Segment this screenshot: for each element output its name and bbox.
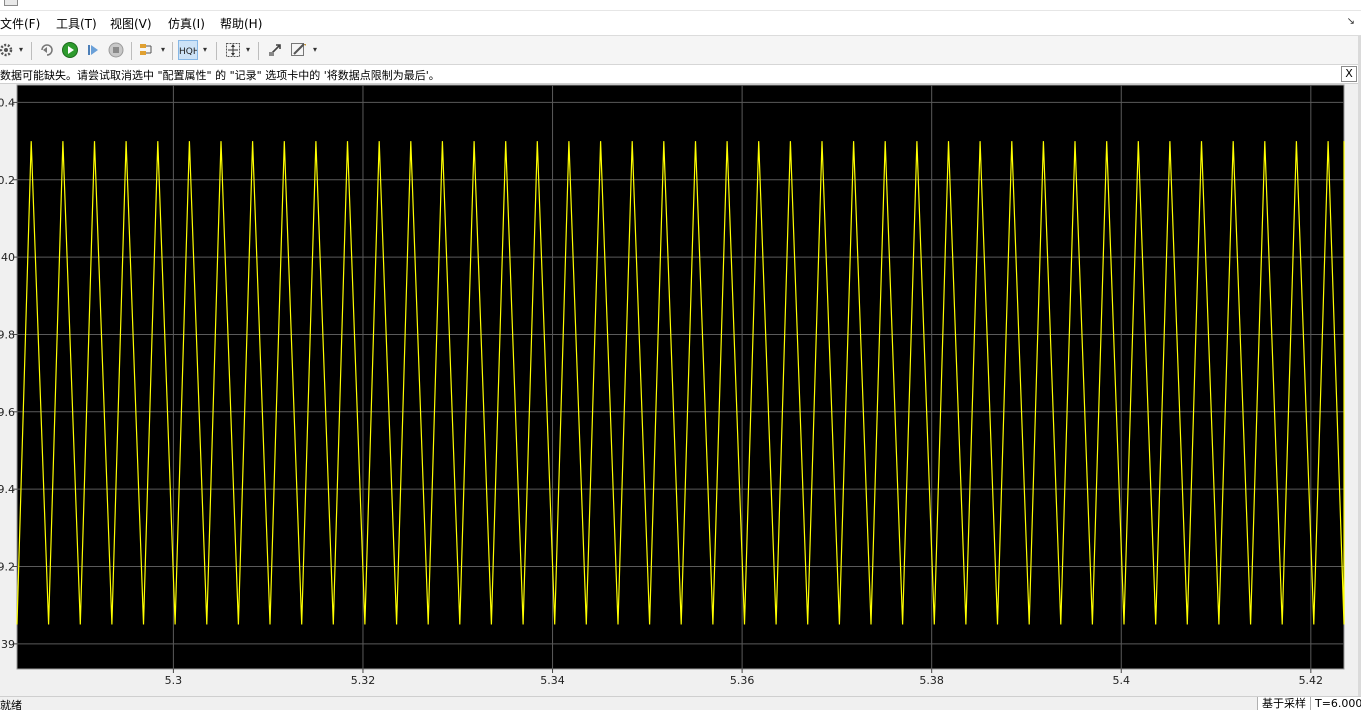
zoom-icon[interactable]: HQH — [178, 40, 198, 60]
style-icon[interactable] — [289, 40, 309, 60]
svg-text:HQH: HQH — [179, 47, 197, 57]
write-data-icon[interactable] — [265, 40, 285, 60]
step-back-icon[interactable] — [37, 40, 57, 60]
gear-dropdown-icon[interactable]: ▾ — [19, 45, 27, 55]
menu-bar: 文件(F) 工具(T) 视图(V) 仿真(I) 帮助(H) ↘ — [0, 11, 1361, 36]
window-icon — [4, 0, 18, 6]
step-forward-icon[interactable] — [83, 40, 103, 60]
x-tick-label: 5.34 — [540, 674, 565, 687]
toolbar-separator — [172, 42, 173, 60]
y-tick-label: 9.6 — [0, 406, 15, 419]
y-tick-label: 9.8 — [0, 328, 15, 341]
menu-tools[interactable]: 工具(T) — [56, 15, 97, 32]
y-tick-label: 9.4 — [0, 483, 15, 496]
menu-simulation[interactable]: 仿真(I) — [168, 15, 205, 32]
pin-icon[interactable]: ↘ — [1347, 16, 1355, 27]
scope-axes[interactable]: 5.3 5.32 5.34 5.36 5.38 5.4 5.42 39 9.2 9.4 9.6 9.8… — [0, 84, 1361, 694]
y-tick-label: 0.2 — [0, 174, 15, 187]
notice-text: 数据可能缺失。请尝试取消选中 "配置属性" 的 "记录" 选项卡中的 '将数据点… — [0, 69, 440, 82]
close-notice-button[interactable]: X — [1341, 66, 1357, 82]
fit-axes-dropdown-icon[interactable]: ▾ — [246, 45, 254, 55]
plot-background — [16, 84, 1345, 670]
toolbar-separator — [131, 42, 132, 60]
title-strip — [0, 0, 1361, 11]
zoom-dropdown-icon[interactable]: ▾ — [203, 45, 211, 55]
menu-help[interactable]: 帮助(H) — [220, 15, 262, 32]
x-tick-label: 5.3 — [165, 674, 183, 687]
menu-view[interactable]: 视图(V) — [110, 15, 152, 32]
simulation-time: T=6.000 — [1310, 697, 1361, 710]
highlight-icon[interactable] — [137, 40, 157, 60]
data-loss-notice: 数据可能缺失。请尝试取消选中 "配置属性" 的 "记录" 选项卡中的 '将数据点… — [0, 65, 1361, 84]
y-tick-label: 9.2 — [0, 561, 15, 574]
highlight-dropdown-icon[interactable]: ▾ — [161, 45, 169, 55]
style-dropdown-icon[interactable]: ▾ — [313, 45, 321, 55]
y-tick-label: 0.4 — [0, 96, 15, 109]
x-tick-label: 5.42 — [1299, 674, 1324, 687]
fit-axes-icon[interactable] — [223, 40, 243, 60]
toolbar-separator — [31, 42, 32, 60]
scope-plot-area: 5.3 5.32 5.34 5.36 5.38 5.4 5.42 39 9.2 9.4 9.6 9.8… — [0, 84, 1361, 694]
status-bar: 就绪 基于采样 T=6.000 — [0, 696, 1361, 710]
toolbar-separator — [258, 42, 259, 60]
x-tick-label: 5.4 — [1113, 674, 1131, 687]
y-tick-label: 39 — [1, 638, 15, 651]
status-ready: 就绪 — [0, 699, 22, 710]
toolbar-separator — [216, 42, 217, 60]
y-tick-label: 40 — [1, 251, 15, 264]
toolbar: ▾ ▾ HQH ▾ ▾ ▾ — [0, 36, 1361, 65]
scope-window: 文件(F) 工具(T) 视图(V) 仿真(I) 帮助(H) ↘ ▾ ▾ HQH … — [0, 0, 1361, 710]
stop-icon[interactable] — [106, 40, 126, 60]
x-tick-label: 5.36 — [730, 674, 755, 687]
sampling-mode: 基于采样 — [1257, 697, 1311, 710]
gear-icon[interactable] — [0, 40, 16, 60]
menu-file[interactable]: 文件(F) — [0, 15, 40, 32]
run-icon[interactable] — [60, 40, 80, 60]
x-tick-label: 5.32 — [351, 674, 376, 687]
x-tick-label: 5.38 — [919, 674, 944, 687]
